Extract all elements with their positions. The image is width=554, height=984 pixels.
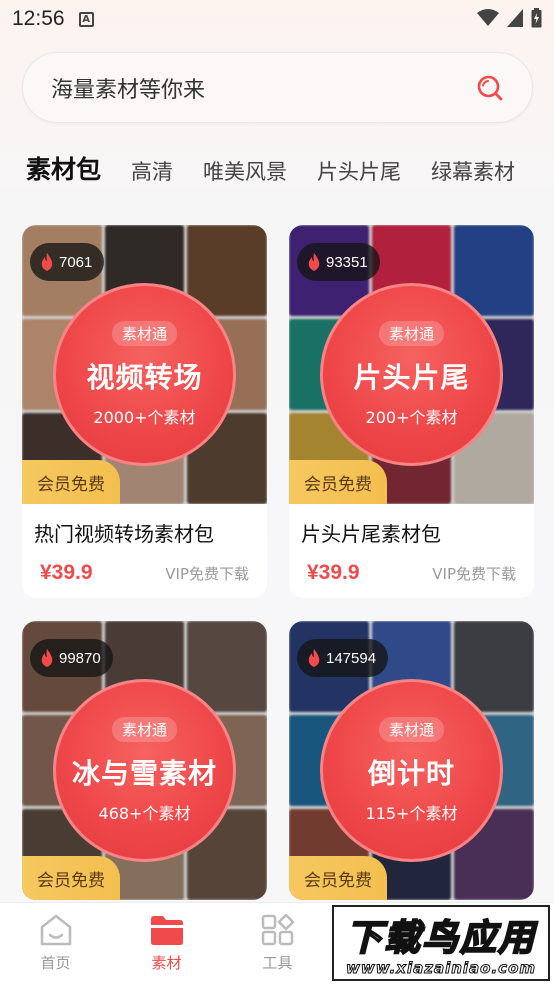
heat-count: 93351: [326, 253, 368, 271]
tab-green-screen[interactable]: 绿幕素材: [431, 156, 515, 192]
nav-label: 素材: [151, 954, 182, 972]
circle-subtitle: 115+个素材: [365, 804, 458, 823]
circle-title: 视频转场: [86, 361, 203, 394]
watermark-text: 下载鸟应用: [345, 917, 536, 960]
heat-badge: 93351: [297, 243, 380, 281]
search-placeholder[interactable]: 海量素材等你来: [51, 72, 476, 104]
card-thumbnail[interactable]: 93351 素材通 片头片尾 200+个素材 会员免费: [289, 225, 534, 504]
circle-tag: 素材通: [378, 717, 444, 742]
search-bar[interactable]: 海量素材等你来: [22, 52, 533, 123]
status-bar: 12:56 A: [0, 0, 554, 38]
circle-tag: 素材通: [111, 717, 177, 742]
status-icons: [477, 8, 542, 28]
fire-icon: [41, 253, 53, 271]
category-circle: 素材通 片头片尾 200+个素材: [320, 283, 503, 466]
tools-grid-icon: [261, 914, 294, 946]
category-circle: 素材通 冰与雪素材 468+个素材: [53, 679, 236, 862]
nav-item-tools[interactable]: 工具: [222, 903, 333, 984]
material-card[interactable]: 147594 素材通 倒计时 115+个素材 会员免费: [289, 621, 534, 900]
watermark-domain: www.xiazainiao.com: [345, 959, 537, 978]
tab-scenery[interactable]: 唯美风景: [203, 156, 287, 192]
folder-icon: [150, 916, 183, 945]
status-time: 12:56: [12, 7, 65, 30]
card-title[interactable]: 片头片尾素材包: [289, 504, 534, 547]
circle-title: 冰与雪素材: [71, 757, 217, 790]
circle-tag: 素材通: [111, 321, 177, 346]
card-thumbnail[interactable]: 147594 素材通 倒计时 115+个素材 会员免费: [289, 621, 534, 900]
nav-item-home[interactable]: 首页: [0, 903, 111, 984]
tab-intro-outro[interactable]: 片头片尾: [317, 156, 401, 192]
category-tabs: 素材包 高清 唯美风景 片头片尾 绿幕素材: [26, 148, 554, 192]
heat-badge: 147594: [297, 639, 389, 677]
nav-label: 工具: [262, 954, 293, 972]
heat-count: 147594: [326, 649, 377, 667]
circle-subtitle: 2000+个素材: [93, 408, 196, 427]
material-card[interactable]: 99870 素材通 冰与雪素材 468+个素材 会员免费: [22, 621, 267, 900]
vip-free-badge: 会员免费: [289, 460, 387, 504]
circle-subtitle: 468+个素材: [98, 804, 191, 823]
card-thumbnail[interactable]: 7061 素材通 视频转场 2000+个素材 会员免费: [22, 225, 267, 504]
battery-icon: [531, 8, 542, 28]
nav-item-material[interactable]: 素材: [111, 903, 222, 984]
nav-label: 首页: [40, 954, 71, 972]
price: ¥39.9: [40, 561, 93, 584]
tab-material-pack[interactable]: 素材包: [26, 150, 101, 192]
card-footer: ¥39.9 VIP免费下载: [22, 547, 267, 585]
site-watermark: 下载鸟应用 www.xiazainiao.com: [332, 905, 550, 981]
fire-icon: [308, 649, 320, 667]
vip-free-badge: 会员免费: [22, 856, 120, 900]
heat-badge: 7061: [30, 243, 105, 281]
category-circle: 素材通 视频转场 2000+个素材: [53, 283, 236, 466]
search-icon[interactable]: [476, 74, 504, 102]
notification-a-icon: A: [78, 11, 94, 27]
vip-download-label: VIP免费下载: [432, 565, 516, 583]
circle-title: 倒计时: [367, 757, 455, 790]
material-card[interactable]: 93351 素材通 片头片尾 200+个素材 会员免费 片头片尾素材包 ¥39.…: [289, 225, 534, 598]
vip-free-badge: 会员免费: [22, 460, 120, 504]
vip-download-label: VIP免费下载: [165, 565, 249, 583]
circle-subtitle: 200+个素材: [365, 408, 458, 427]
price: ¥39.9: [307, 561, 360, 584]
card-title[interactable]: 热门视频转场素材包: [22, 504, 267, 547]
category-circle: 素材通 倒计时 115+个素材: [320, 679, 503, 862]
wifi-icon: [477, 9, 499, 26]
signal-icon: [507, 9, 523, 27]
material-card[interactable]: 7061 素材通 视频转场 2000+个素材 会员免费 热门视频转场素材包 ¥3…: [22, 225, 267, 598]
fire-icon: [308, 253, 320, 271]
fire-icon: [41, 649, 53, 667]
home-icon: [40, 914, 71, 946]
tab-hd[interactable]: 高清: [131, 156, 173, 192]
heat-count: 7061: [59, 253, 93, 271]
vip-free-badge: 会员免费: [289, 856, 387, 900]
heat-count: 99870: [59, 649, 101, 667]
circle-title: 片头片尾: [353, 361, 470, 394]
circle-tag: 素材通: [378, 321, 444, 346]
card-thumbnail[interactable]: 99870 素材通 冰与雪素材 468+个素材 会员免费: [22, 621, 267, 900]
heat-badge: 99870: [30, 639, 113, 677]
card-footer: ¥39.9 VIP免费下载: [289, 547, 534, 585]
